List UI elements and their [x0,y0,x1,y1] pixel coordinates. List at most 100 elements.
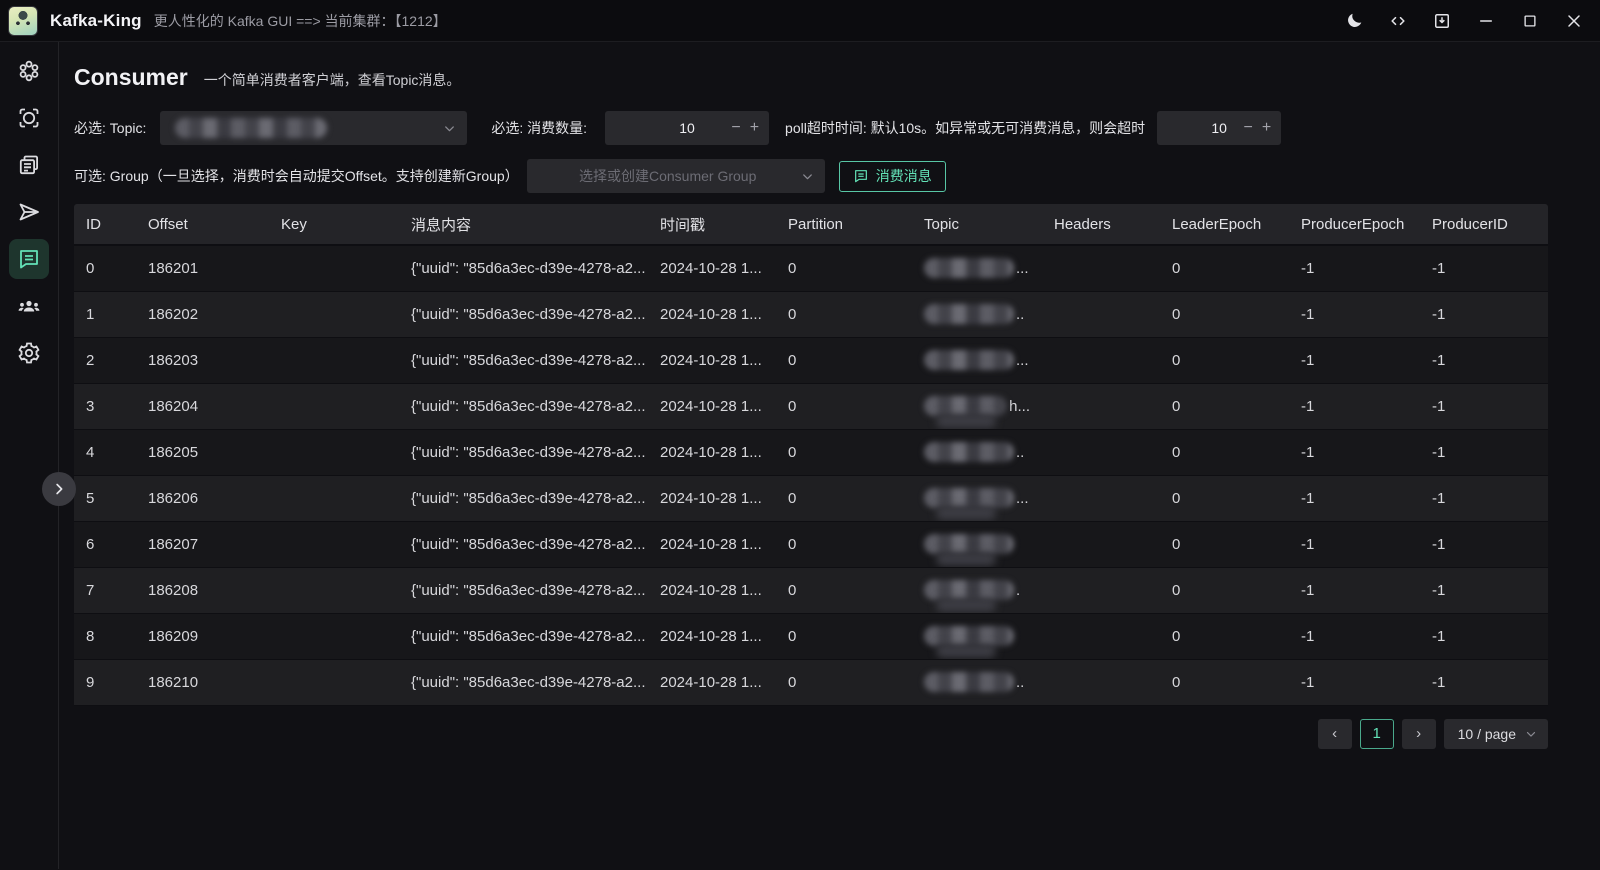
cell-producer-id: -1 [1420,475,1548,521]
cell-producer-id: -1 [1420,429,1548,475]
producer-icon [17,200,41,224]
sidebar-item-groups[interactable] [9,286,49,326]
consume-messages-button[interactable]: 消费消息 [839,161,946,192]
cell-producer-id: -1 [1420,659,1548,705]
table-row[interactable]: 6186207{"uuid": "85d6a3ec-d39e-4278-a2..… [74,521,1548,567]
pagination-page-1-button[interactable]: 1 [1360,719,1394,749]
sidebar-item-topics[interactable] [9,145,49,185]
table-row[interactable]: 5186206{"uuid": "85d6a3ec-d39e-4278-a2..… [74,475,1548,521]
chevron-right-icon [50,480,68,498]
cell-timestamp: 2024-10-28 1... [648,245,776,291]
count-decrement-button[interactable]: − [731,120,740,136]
table-row[interactable]: 4186205{"uuid": "85d6a3ec-d39e-4278-a2..… [74,429,1548,475]
cell-producer-epoch: -1 [1289,429,1420,475]
cell-timestamp: 2024-10-28 1... [648,291,776,337]
cell-key [269,567,399,613]
sidebar-expand-button[interactable] [42,472,76,506]
topic-select[interactable] [160,111,467,145]
cell-producer-id: -1 [1420,567,1548,613]
cell-leader-epoch: 0 [1160,613,1289,659]
maximize-button[interactable] [1514,6,1546,36]
poll-timeout-input[interactable]: 10 − + [1157,111,1281,145]
cell-id: 1 [74,291,136,337]
cell-producer-id: -1 [1420,521,1548,567]
sidebar-item-broker[interactable] [9,98,49,138]
cell-topic: .. [912,291,1042,337]
topic-label: 必选: Topic: [74,118,146,138]
download-icon [1432,11,1452,31]
table-row[interactable]: 0186201{"uuid": "85d6a3ec-d39e-4278-a2..… [74,245,1548,291]
column-header: Offset [136,204,269,245]
code-button[interactable] [1382,6,1414,36]
poll-decrement-button[interactable]: − [1244,120,1253,136]
column-header: 消息内容 [399,204,648,245]
topic-redacted-value: .. [924,442,1030,462]
cell-producer-epoch: -1 [1289,245,1420,291]
cell-offset: 186208 [136,567,269,613]
cell-leader-epoch: 0 [1160,521,1289,567]
minimize-button[interactable] [1470,6,1502,36]
consumer-form-row-1: 必选: Topic: 必选: 消费数量: 10 − + poll超时时间: 默认… [74,111,1548,145]
close-icon [1564,11,1584,31]
poll-increment-button[interactable]: + [1262,120,1271,136]
cell-producer-epoch: -1 [1289,337,1420,383]
page-size-select[interactable]: 10 / page [1444,719,1548,749]
sidebar-item-producer[interactable] [9,192,49,232]
cell-message: {"uuid": "85d6a3ec-d39e-4278-a2... [399,245,648,291]
cell-partition: 0 [776,475,912,521]
table-row[interactable]: 9186210{"uuid": "85d6a3ec-d39e-4278-a2..… [74,659,1548,705]
cell-leader-epoch: 0 [1160,659,1289,705]
cell-id: 7 [74,567,136,613]
topic-redacted-value: ... [924,488,1030,508]
download-button[interactable] [1426,6,1458,36]
topic-select-redacted-value [175,118,327,138]
count-input[interactable]: 10 − + [605,111,769,145]
cell-timestamp: 2024-10-28 1... [648,475,776,521]
cell-message: {"uuid": "85d6a3ec-d39e-4278-a2... [399,521,648,567]
dark-mode-toggle-button[interactable] [1338,6,1370,36]
cell-topic: .. [912,429,1042,475]
pagination-next-button[interactable]: › [1402,719,1436,749]
cell-partition: 0 [776,659,912,705]
group-select[interactable]: 选择或创建Consumer Group [527,159,825,193]
cell-headers [1042,567,1160,613]
cell-offset: 186203 [136,337,269,383]
cell-timestamp: 2024-10-28 1... [648,337,776,383]
topic-redacted-value [924,626,1030,646]
table-row[interactable]: 1186202{"uuid": "85d6a3ec-d39e-4278-a2..… [74,291,1548,337]
close-button[interactable] [1558,6,1590,36]
cell-producer-id: -1 [1420,613,1548,659]
cell-headers [1042,429,1160,475]
cell-timestamp: 2024-10-28 1... [648,613,776,659]
cell-id: 4 [74,429,136,475]
topic-redacted-value: ... [924,350,1030,370]
cell-headers [1042,383,1160,429]
cell-timestamp: 2024-10-28 1... [648,383,776,429]
topics-icon [17,153,41,177]
count-increment-button[interactable]: + [750,120,759,136]
cell-id: 6 [74,521,136,567]
table-row[interactable]: 7186208 {"uuid": "85d6a3ec-d39e-4278-a2..… [74,567,1548,613]
table-row[interactable]: 8186209{"uuid": "85d6a3ec-d39e-4278-a2..… [74,613,1548,659]
cell-producer-id: -1 [1420,383,1548,429]
column-header: ID [74,204,136,245]
pagination-prev-button[interactable]: ‹ [1318,719,1352,749]
cell-topic [912,521,1042,567]
sidebar-item-settings[interactable] [9,333,49,373]
cell-key [269,337,399,383]
topic-redacted-value: . [924,580,1030,600]
cell-offset: 186201 [136,245,269,291]
cell-message: {"uuid": "85d6a3ec-d39e-4278-a2... [399,567,648,613]
cell-leader-epoch: 0 [1160,475,1289,521]
group-select-placeholder: 选择或创建Consumer Group [579,166,772,186]
cell-producer-epoch: -1 [1289,521,1420,567]
table-row[interactable]: 3186204{"uuid": "85d6a3ec-d39e-4278-a2..… [74,383,1548,429]
cell-message: {"uuid": "85d6a3ec-d39e-4278-a2... [399,383,648,429]
column-header: Key [269,204,399,245]
cell-partition: 0 [776,383,912,429]
cell-key [269,429,399,475]
sidebar-item-cluster[interactable] [9,51,49,91]
sidebar-item-consumer[interactable] [9,239,49,279]
cell-producer-id: -1 [1420,337,1548,383]
table-row[interactable]: 2186203{"uuid": "85d6a3ec-d39e-4278-a2..… [74,337,1548,383]
